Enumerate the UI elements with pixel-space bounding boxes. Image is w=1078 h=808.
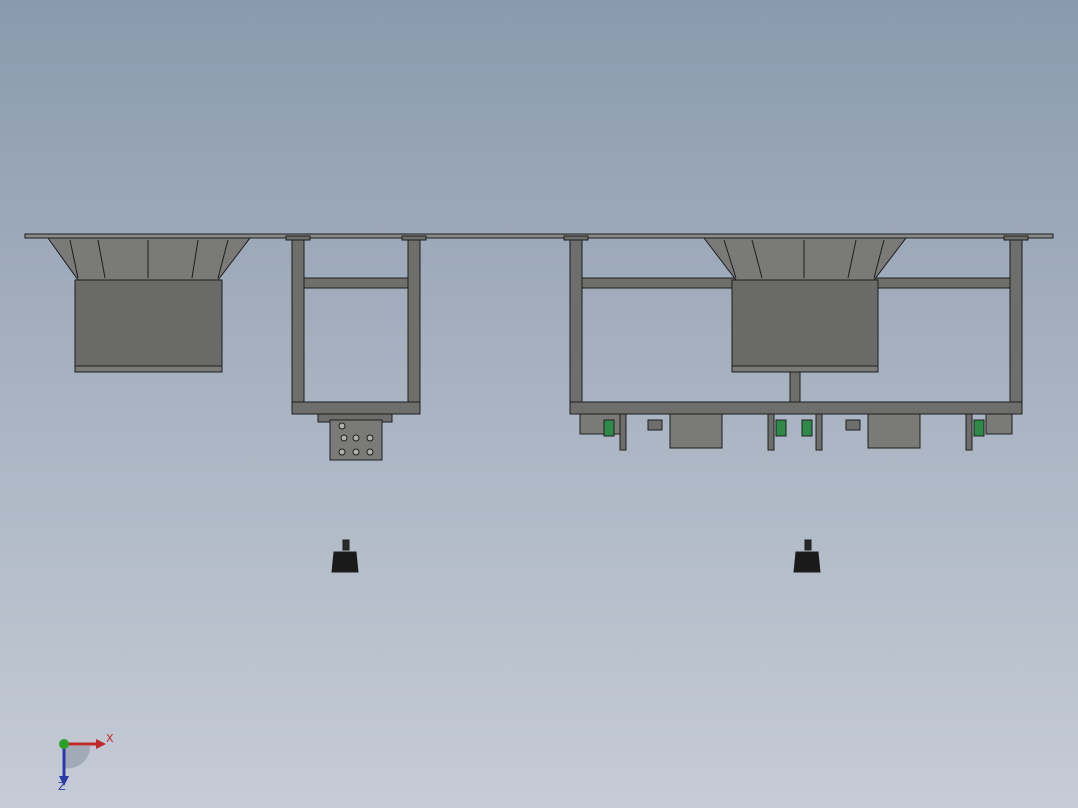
z-axis-label: Z [58,780,66,792]
funnel-left[interactable] [47,237,252,373]
frame-middle[interactable] [285,235,427,415]
coordinate-triad-icon: X Z [50,728,120,793]
funnel-right[interactable] [702,237,908,373]
under-frame-hardware[interactable] [579,413,1013,451]
top-plate[interactable] [24,233,1054,239]
cad-viewport[interactable] [0,0,1078,808]
leveling-foot-left[interactable] [331,539,359,573]
leveling-foot-right[interactable] [793,539,821,573]
bracket-middle[interactable] [317,413,393,461]
x-axis-label: X [106,732,114,745]
